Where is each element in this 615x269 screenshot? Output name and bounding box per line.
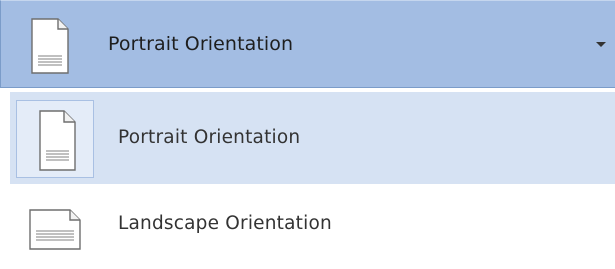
- orientation-menu: Portrait Orientation Landscape Orientati…: [0, 88, 615, 269]
- portrait-page-icon: [16, 100, 94, 178]
- menu-item-label: Landscape Orientation: [118, 213, 332, 234]
- page-orientation-control: Portrait Orientation Portrait Orientatio…: [0, 0, 615, 269]
- landscape-page-icon: [16, 186, 94, 264]
- portrait-page-icon: [23, 16, 75, 76]
- menu-item-label: Portrait Orientation: [118, 127, 301, 148]
- orientation-dropdown[interactable]: Portrait Orientation: [0, 0, 615, 88]
- menu-item-landscape[interactable]: Landscape Orientation: [10, 178, 615, 269]
- menu-item-portrait[interactable]: Portrait Orientation: [10, 92, 615, 184]
- dropdown-selected-label: Portrait Orientation: [108, 33, 294, 55]
- chevron-down-icon[interactable]: [596, 42, 606, 47]
